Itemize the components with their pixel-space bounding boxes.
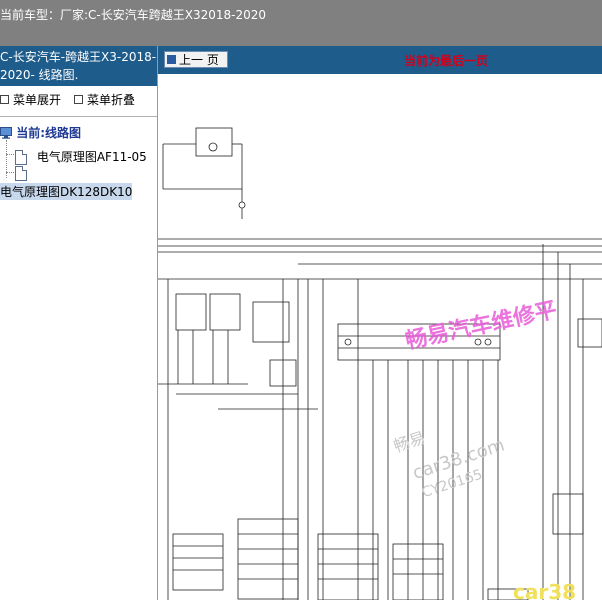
page-nav-bar: 上一 页 当前为最后一页 (158, 46, 602, 74)
wiring-diagram[interactable]: 畅易汽车维修平 畅易 car38.com CY20165 car38 (158, 74, 602, 600)
computer-icon (0, 127, 12, 139)
tree-item-selected[interactable]: 电气原理图DK128DK10 (0, 183, 133, 200)
prev-page-label: 上一 页 (179, 53, 219, 67)
menu-expand-button[interactable]: 菜单展开 (0, 91, 61, 108)
menu-toolbar: 菜单展开 菜单折叠 (0, 89, 157, 111)
menu-collapse-button[interactable]: 菜单折叠 (74, 91, 135, 108)
menu-expand-label: 菜单展开 (13, 93, 62, 107)
tree-item[interactable] (15, 166, 33, 181)
menu-collapse-label: 菜单折叠 (87, 93, 136, 107)
watermark-text: car38 (513, 580, 577, 600)
wiring-diagram-graphic (158, 127, 602, 600)
tree-connector (6, 172, 14, 173)
tree-connector (6, 154, 14, 155)
main-panel: 上一 页 当前为最后一页 畅易汽车维修平 畅易 car38.com CY2016… (158, 46, 602, 600)
prev-page-button[interactable]: 上一 页 (164, 51, 228, 68)
vehicle-label: 当前车型：厂家:C-长安汽车跨越王X32018-2020 (0, 8, 267, 22)
sidebar-title: C-长安汽车-跨越王X3-2018-2020- 线路图. (0, 46, 157, 86)
tree-item-label: 电气原理图AF11-05 (36, 150, 147, 164)
collapse-icon (74, 95, 83, 104)
tree-root[interactable]: 当前:线路图 (0, 124, 81, 141)
document-icon (15, 166, 27, 181)
app-top-bar: 当前车型：厂家:C-长安汽车跨越王X32018-2020 (0, 0, 602, 46)
document-icon (15, 150, 27, 165)
divider (0, 116, 157, 117)
last-page-note: 当前为最后一页 (404, 54, 489, 68)
tree-root-label: 当前:线路图 (16, 126, 81, 140)
tree-item-label: 电气原理图DK128DK10 (0, 185, 133, 199)
arrow-left-icon (167, 55, 176, 64)
sidebar: C-长安汽车-跨越王X3-2018-2020- 线路图. 菜单展开 菜单折叠 当… (0, 46, 158, 600)
expand-icon (0, 95, 9, 104)
tree-item[interactable]: 电气原理图AF11-05 (15, 148, 147, 165)
